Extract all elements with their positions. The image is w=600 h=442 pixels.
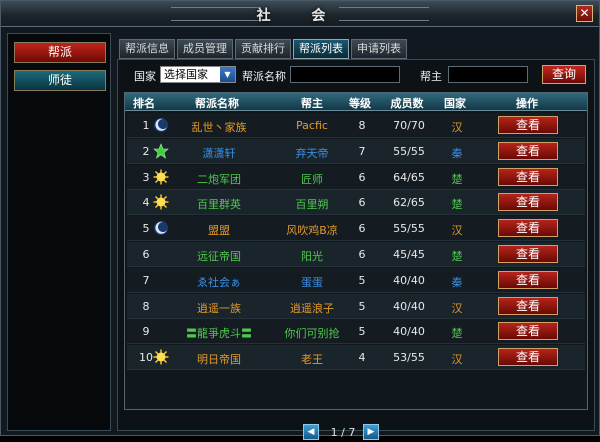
chevron-down-icon[interactable]: ▼ — [220, 67, 235, 82]
gang-list-panel: 国家 选择国家 ▼ 帮派名称 帮主 查询 排名 帮派名称 帮主 等级 成员数 国… — [117, 59, 595, 440]
table-row: 1 乱世丶家族 Pacfic 8 70/70 汉查看 — [127, 113, 585, 138]
view-button[interactable]: 查看 — [498, 270, 558, 289]
members-cell: 70/70 — [393, 119, 425, 132]
view-button[interactable]: 查看 — [498, 296, 558, 315]
country-cell: 汉 — [451, 121, 463, 134]
members-cell: 64/65 — [393, 170, 425, 184]
gang-name-cell: ゑ社会ぁ — [197, 275, 241, 289]
rank-cell: 6 — [142, 248, 150, 261]
country-cell: 楚 — [451, 172, 463, 186]
country-cell: 汉 — [451, 353, 463, 367]
members-cell: 45/45 — [393, 248, 425, 261]
gang-name-cell: 远征帝国 — [197, 250, 241, 263]
table-row: 5 盟盟 风吹鸡B凉 6 55/55 汉查看 — [127, 216, 585, 242]
sun-icon — [153, 194, 169, 210]
country-cell: 汉 — [451, 224, 463, 238]
rank-cell: 9 — [142, 325, 150, 339]
page-indicator: 1 / 7 — [330, 426, 356, 439]
view-button[interactable]: 查看 — [498, 348, 558, 367]
table-row: 10 明日帝国 老王 4 53/55 汉查看 — [127, 345, 585, 371]
tab-application-list[interactable]: 申请列表 — [351, 39, 407, 59]
tab-member-management[interactable]: 成员管理 — [177, 39, 233, 59]
table-row: 9 〓龍爭虎斗〓 你们可别抢 5 40/40 楚查看 — [127, 319, 585, 345]
members-cell: 40/40 — [393, 299, 425, 313]
view-button[interactable]: 查看 — [498, 141, 558, 160]
tab-contribution-ranking[interactable]: 贡献排行 — [235, 39, 291, 59]
gang-name-cell: 二炮军团 — [197, 172, 241, 186]
query-button[interactable]: 查询 — [542, 65, 586, 84]
members-cell: 40/40 — [393, 325, 425, 339]
gang-name-label: 帮派名称 — [242, 70, 286, 83]
moon-icon — [153, 117, 169, 133]
rank-cell: 7 — [142, 273, 150, 287]
view-button[interactable]: 查看 — [498, 322, 558, 341]
moon-icon — [153, 220, 169, 236]
members-cell: 55/55 — [393, 144, 425, 158]
sun-icon — [153, 349, 169, 365]
members-cell: 40/40 — [393, 273, 425, 287]
view-button[interactable]: 查看 — [498, 167, 558, 186]
pagination: ◀ 1 / 7 ▶ — [303, 424, 383, 442]
header-country: 国家 — [444, 97, 466, 110]
sun-icon — [153, 169, 169, 185]
header-rank: 排名 — [133, 97, 155, 110]
header-members: 成员数 — [390, 97, 424, 110]
table-row: 3 二炮军团 匠师 6 64/65 楚查看 — [127, 164, 585, 190]
close-icon[interactable]: ✕ — [576, 5, 593, 22]
society-window: 社 会 ✕ 帮派 师徒 帮派信息 成员管理 贡献排行 帮派列表 申请列表 国家 … — [0, 0, 600, 440]
view-button[interactable]: 查看 — [498, 193, 558, 212]
gang-name-cell: 明日帝国 — [197, 353, 241, 367]
members-cell: 55/55 — [393, 222, 425, 236]
gang-name-cell: 潇潇轩 — [202, 146, 236, 160]
country-select[interactable]: 选择国家 ▼ — [160, 66, 236, 83]
star-icon — [153, 142, 169, 159]
leader-label: 帮主 — [420, 70, 442, 83]
view-button[interactable]: 查看 — [498, 219, 558, 238]
view-button[interactable]: 查看 — [498, 116, 558, 134]
gang-name-cell: 百里群英 — [197, 198, 241, 212]
country-cell: 秦 — [451, 146, 463, 160]
members-cell: 53/55 — [393, 351, 425, 365]
title-bar: 社 会 ✕ — [1, 1, 599, 27]
sidebar: 帮派 师徒 — [7, 33, 111, 431]
table-row: 2 潇潇轩 弃天帝 7 55/55 秦查看 — [127, 138, 585, 164]
gang-name-cell: 盟盟 — [208, 224, 230, 238]
gang-name-cell: 逍遥一族 — [197, 301, 241, 315]
gang-table: 排名 帮派名称 帮主 等级 成员数 国家 操作 1 乱世丶家族 Pacfic 8 70/… — [124, 92, 588, 440]
members-cell: 62/65 — [393, 196, 425, 210]
sidebar-item-gang[interactable]: 帮派 — [14, 42, 106, 63]
country-cell: 楚 — [451, 327, 463, 341]
tab-gang-info[interactable]: 帮派信息 — [119, 39, 175, 59]
table-header: 排名 帮派名称 帮主 等级 成员数 国家 操作 — [125, 93, 587, 111]
sidebar-item-mentor[interactable]: 师徒 — [14, 70, 106, 91]
view-button[interactable]: 查看 — [498, 245, 558, 263]
window-title: 社 会 — [256, 8, 344, 24]
table-row: 7 ゑ社会ぁ 蛋蛋 5 40/40 秦查看 — [127, 267, 585, 293]
tab-gang-list[interactable]: 帮派列表 — [293, 39, 349, 59]
table-row: 6 远征帝国 阳光 6 45/45 楚查看 — [127, 242, 585, 267]
country-cell: 楚 — [451, 250, 463, 263]
table-row: 4 百里群英 百里朔 6 62/65 楚查看 — [127, 190, 585, 216]
search-bar: 国家 选择国家 ▼ 帮派名称 帮主 查询 — [118, 60, 594, 88]
country-cell: 汉 — [451, 301, 463, 315]
header-action: 操作 — [516, 97, 538, 110]
leader-input[interactable] — [448, 66, 528, 83]
table-row: 8 逍遥一族 逍遥浪子 5 40/40 汉查看 — [127, 293, 585, 319]
country-cell: 楚 — [451, 198, 463, 212]
title-ornament-right — [339, 7, 429, 21]
gang-name-cell: 乱世丶家族 — [191, 121, 247, 134]
next-page-icon[interactable]: ▶ — [363, 424, 379, 440]
country-label: 国家 — [134, 70, 156, 83]
country-cell: 秦 — [451, 275, 463, 289]
prev-page-icon[interactable]: ◀ — [303, 424, 319, 440]
gang-name-cell: 〓龍爭虎斗〓 — [186, 327, 252, 341]
gang-name-input[interactable] — [290, 66, 400, 83]
header-gang-name: 帮派名称 — [195, 97, 239, 110]
country-select-value: 选择国家 — [164, 68, 208, 81]
rank-cell: 8 — [142, 299, 150, 313]
